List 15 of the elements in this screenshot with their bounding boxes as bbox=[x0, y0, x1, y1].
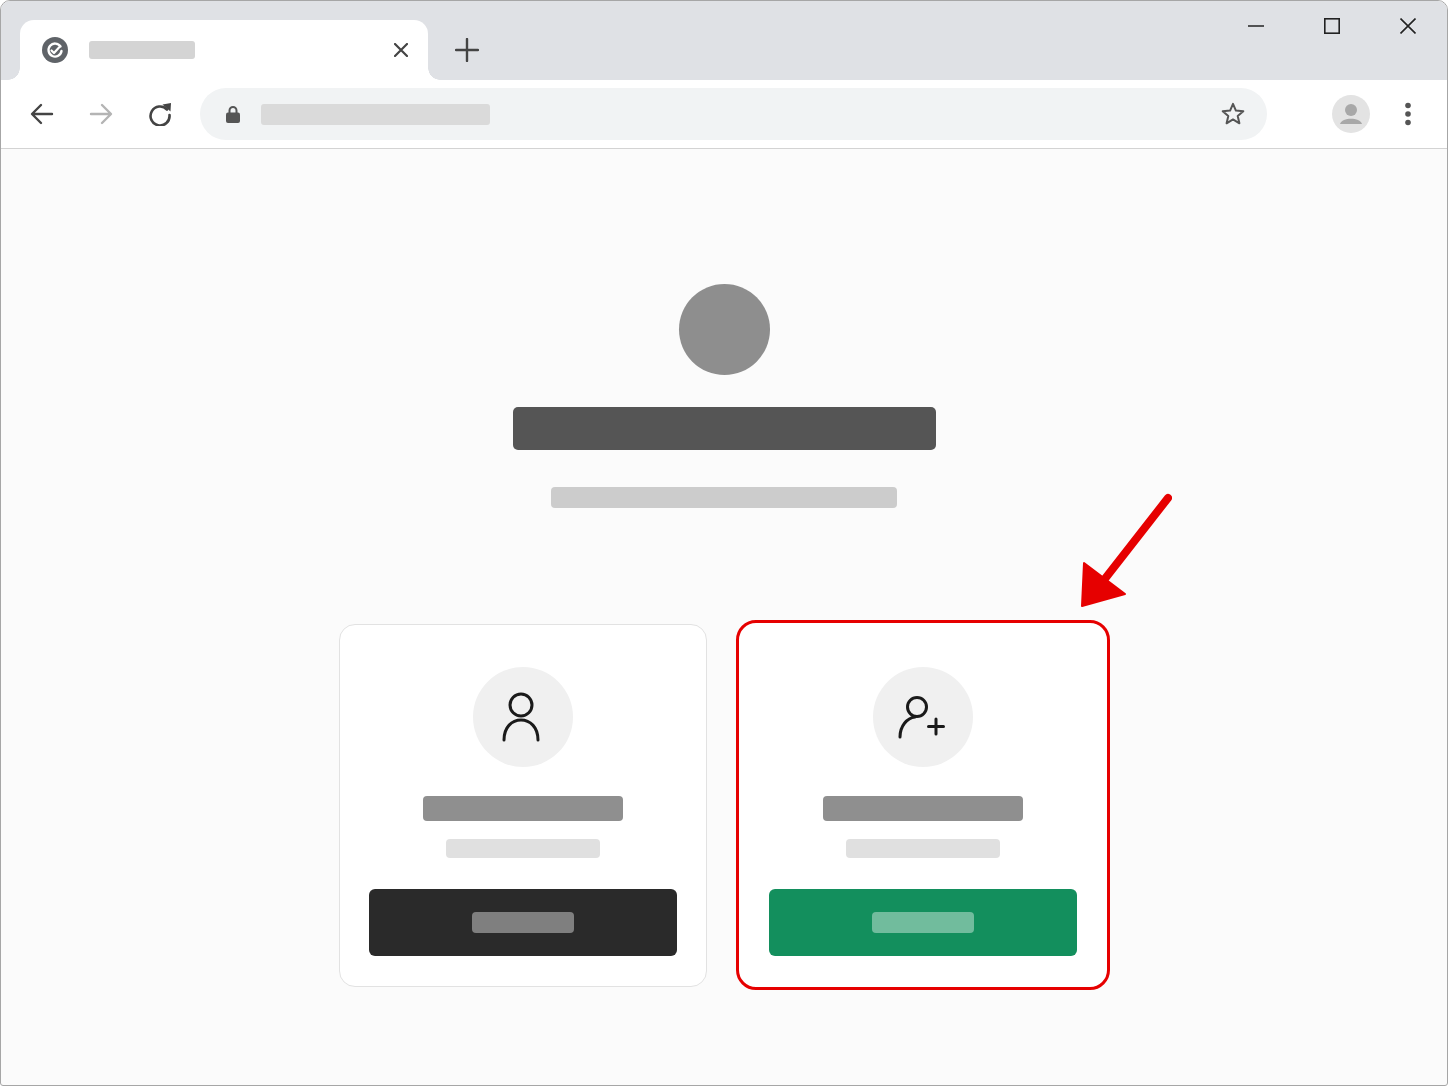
annotation-arrow-icon bbox=[1079, 493, 1172, 608]
back-icon[interactable] bbox=[30, 102, 54, 126]
menu-icon[interactable] bbox=[1404, 102, 1412, 126]
close-icon[interactable] bbox=[1400, 18, 1416, 34]
lock-icon bbox=[226, 105, 240, 123]
add-person-icon bbox=[872, 667, 973, 767]
card-button[interactable] bbox=[368, 889, 677, 956]
address-field[interactable] bbox=[200, 88, 1267, 140]
person-icon bbox=[472, 667, 573, 767]
close-icon[interactable] bbox=[394, 43, 408, 57]
circle-logo-icon bbox=[42, 37, 68, 63]
plus-icon[interactable] bbox=[455, 38, 479, 62]
star-icon[interactable] bbox=[1221, 102, 1245, 126]
reload-icon[interactable] bbox=[148, 102, 172, 126]
maximize-icon[interactable] bbox=[1324, 18, 1340, 34]
